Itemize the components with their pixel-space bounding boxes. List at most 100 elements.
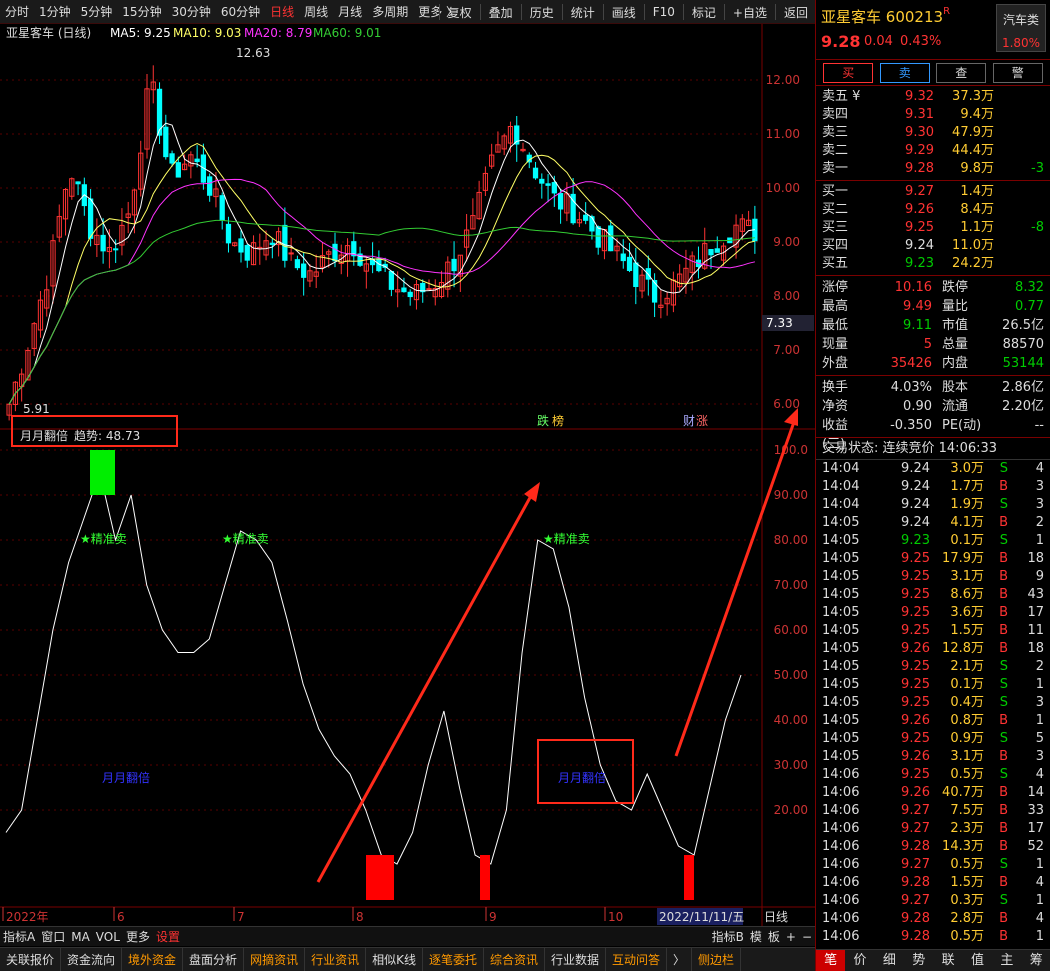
period-tab[interactable]: 周线: [299, 3, 333, 20]
indicator-tool[interactable]: 设置: [153, 928, 183, 945]
order-book-row[interactable]: 买四 9.24 11.0万: [816, 237, 1050, 255]
period-tab[interactable]: 分时: [0, 3, 34, 20]
trade-volume: 17.9万: [942, 551, 984, 566]
chart-area[interactable]: 12.00 11.00 10.00 9.00 8.00 7.00 6.00 100.0 90.0…: [0, 24, 815, 927]
period-tab[interactable]: 月线: [333, 3, 367, 20]
book-change: [994, 88, 1044, 106]
period-tab[interactable]: 1分钟: [34, 3, 76, 20]
side-tab[interactable]: 主: [992, 950, 1021, 971]
bottom-tab[interactable]: 行业资讯: [305, 947, 367, 971]
indicator-tick-label: 90.00: [774, 488, 808, 502]
candle-body: [620, 253, 626, 262]
indicator-tool[interactable]: 更多: [123, 928, 153, 945]
indicator-tool-right[interactable]: +: [783, 930, 799, 944]
chart-title: 亚星客车 (日线): [6, 25, 91, 40]
sell-button[interactable]: 卖: [879, 62, 930, 83]
bottom-tab[interactable]: 盘面分析: [183, 947, 245, 971]
order-book-row[interactable]: 买一 9.27 1.4万: [816, 183, 1050, 201]
stat-value: 10.16: [894, 280, 932, 295]
period-tab[interactable]: 30分钟: [167, 3, 216, 20]
trade-volume: 40.7万: [942, 785, 984, 800]
order-book-row[interactable]: 卖五 ¥ 9.32 37.3万: [816, 88, 1050, 106]
trade-row: 14:06 9.26 40.7万 B 14: [816, 784, 1050, 802]
bottom-tab[interactable]: 侧边栏: [692, 947, 742, 971]
side-tab[interactable]: 价: [845, 950, 874, 971]
trade-row: 14:04 9.24 1.9万 S 3: [816, 496, 1050, 514]
bottom-tab[interactable]: 相似K线: [366, 947, 423, 971]
toolbar-action-button[interactable]: 统计: [566, 4, 600, 21]
side-tab[interactable]: 笔: [816, 950, 846, 971]
trade-count: 17: [1027, 821, 1044, 836]
toolbar-action-button[interactable]: 叠加: [484, 4, 518, 21]
trade-side: B: [999, 551, 1008, 566]
candle-body: [426, 288, 432, 291]
indicator-tick-label: 80.00: [774, 533, 808, 547]
query-button[interactable]: 查: [936, 62, 987, 83]
order-book-row[interactable]: 卖四 9.31 9.4万: [816, 106, 1050, 124]
side-tab[interactable]: 细: [875, 950, 904, 971]
trades-list[interactable]: 14:04 9.24 3.0万 S 4 14:04 9.24 1.7万 B 3 14:04 9.24 1…: [816, 460, 1050, 946]
kline-chart[interactable]: 12.00 11.00 10.00 9.00 8.00 7.00 6.00 100.0 90.0…: [0, 24, 815, 927]
indicator-tool[interactable]: VOL: [93, 930, 123, 944]
period-tab[interactable]: 日线: [265, 3, 299, 20]
bottom-tab[interactable]: 互动问答: [606, 947, 668, 971]
toolbar-action-button[interactable]: 历史: [525, 4, 559, 21]
toolbar-action-button[interactable]: 复权: [443, 4, 477, 21]
toolbar-action-button[interactable]: F10: [648, 5, 680, 19]
indicator-tool[interactable]: 窗口: [38, 928, 68, 945]
bottom-tab[interactable]: 关联报价: [0, 947, 62, 971]
stats-block-2: 换手 4.03% 股本 2.86亿 净资 0.90 流通 2.20亿 收益(三) -0.350 PE…: [816, 376, 1050, 452]
industry-box[interactable]: 汽车类 1.80%: [996, 4, 1046, 52]
indicator-tool-right[interactable]: 模: [747, 928, 765, 945]
bottom-tab[interactable]: 行业数据: [545, 947, 607, 971]
indicator-tool-right[interactable]: −: [799, 930, 815, 944]
toolbar-action-button[interactable]: +自选: [728, 4, 772, 21]
stat-key-2: 总量: [942, 337, 969, 352]
stat-key: 涨停: [822, 280, 849, 295]
bottom-tab[interactable]: 逐笔委托: [423, 947, 484, 971]
order-book-row[interactable]: 卖一 9.28 9.8万 -3: [816, 160, 1050, 178]
period-tab[interactable]: 60分钟: [216, 3, 265, 20]
toolbar-action-button[interactable]: 画线: [607, 4, 641, 21]
trade-volume: 1.5万: [950, 875, 984, 890]
toolbar-separator: [682, 4, 684, 20]
trade-count: 18: [1027, 551, 1044, 566]
side-tab[interactable]: 筹: [1022, 950, 1050, 971]
order-book-row[interactable]: 买三 9.25 1.1万 -8: [816, 219, 1050, 237]
toolbar-action-button[interactable]: 返回: [779, 4, 813, 21]
indicator-tool[interactable]: MA: [68, 930, 93, 944]
trade-side: B: [999, 839, 1008, 854]
top-toolbar: 分时 1分钟 5分钟 15分钟 30分钟 60分钟 日线 周线 月线 多周期 更多 〉复权 叠加 历史统…: [0, 0, 815, 24]
trade-price: 9.28: [901, 875, 930, 890]
side-tab[interactable]: 值: [963, 950, 992, 971]
bottom-tab[interactable]: 境外资金: [122, 947, 184, 971]
indicator-tool-right[interactable]: 指标B: [709, 928, 747, 945]
bottom-tab[interactable]: 资金流向: [61, 947, 123, 971]
period-tab[interactable]: 多周期: [367, 3, 413, 20]
bottom-tab[interactable]: 综合资讯: [484, 947, 545, 971]
order-book-row[interactable]: 买五 9.23 24.2万: [816, 255, 1050, 273]
trade-row: 14:05 9.25 8.6万 B 43: [816, 586, 1050, 604]
stat-row: 收益(三) -0.350 PE(动) --: [816, 416, 1050, 452]
alert-button[interactable]: 警: [992, 62, 1043, 83]
trade-row: 14:06 9.28 1.5万 B 4: [816, 874, 1050, 892]
indicator-tick-label: 20.00: [774, 803, 808, 817]
side-tabs: 笔价细势联值主筹: [816, 949, 1050, 971]
indicator-tool-right[interactable]: 板: [765, 928, 783, 945]
period-tab[interactable]: 15分钟: [117, 3, 166, 20]
quote-header: 亚星客车 600213R 9.28 0.04 0.43% 汽车类 1.80%: [816, 0, 1050, 60]
stat-key: 净资: [822, 399, 849, 414]
order-book-row[interactable]: 卖二 9.29 44.4万: [816, 142, 1050, 160]
buy-button[interactable]: 买: [823, 62, 874, 83]
order-book-row[interactable]: 卖三 9.30 47.9万: [816, 124, 1050, 142]
trade-price: 9.27: [901, 857, 930, 872]
order-book-row[interactable]: 买二 9.26 8.4万: [816, 201, 1050, 219]
bottom-tab[interactable]: 网摘资讯: [244, 947, 306, 971]
price-tick-label: 6.00: [773, 397, 800, 411]
side-tab[interactable]: 势: [904, 950, 933, 971]
side-tab[interactable]: 联: [934, 950, 963, 971]
period-tab[interactable]: 5分钟: [76, 3, 118, 20]
indicator-tool[interactable]: 指标A: [0, 928, 38, 945]
toolbar-action-button[interactable]: 标记: [687, 4, 721, 21]
bottom-tab[interactable]: 〉: [667, 947, 693, 971]
